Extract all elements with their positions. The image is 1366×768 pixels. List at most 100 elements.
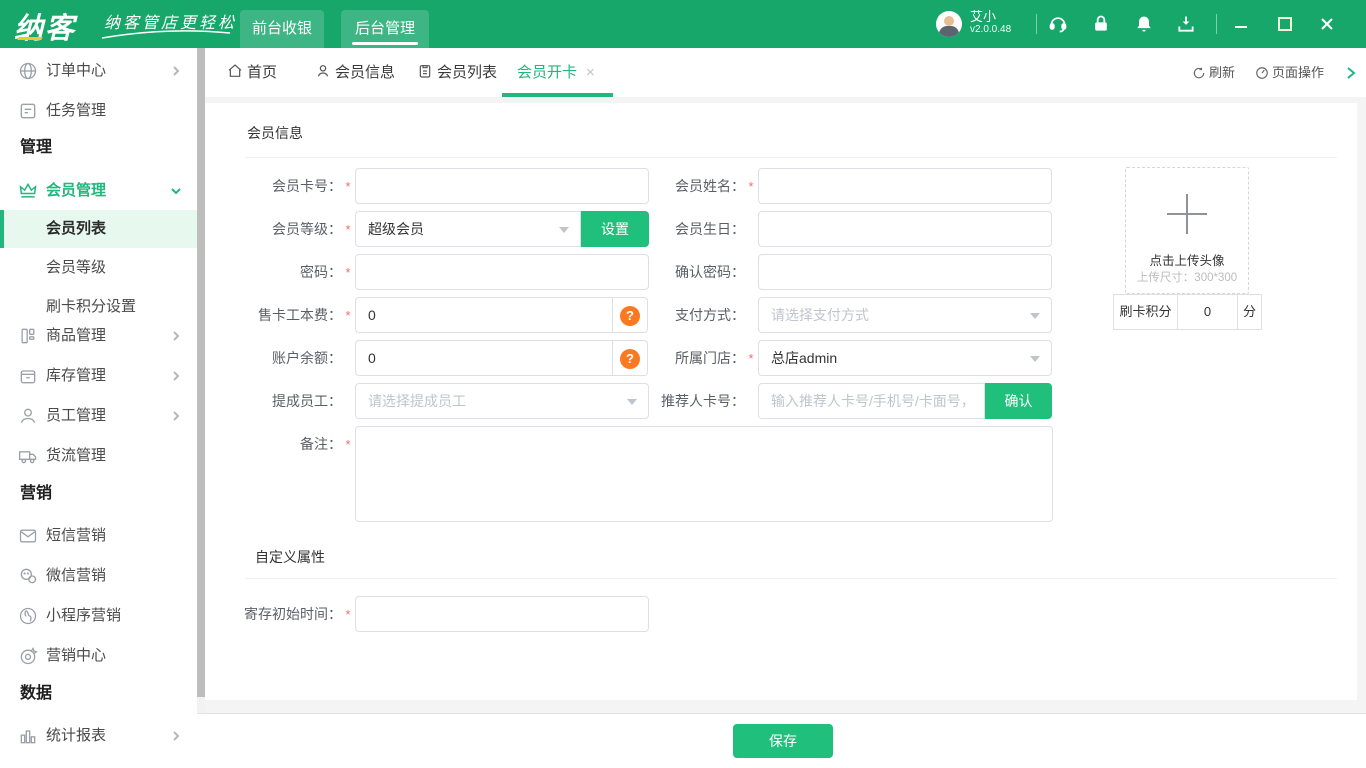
sidebar-item-member-list[interactable]: 会员列表 xyxy=(0,210,197,248)
chevron-right-icon xyxy=(169,64,183,78)
chevron-right-icon xyxy=(169,369,183,383)
label-confirm-password: 确认密码： xyxy=(565,254,745,290)
lock-icon[interactable] xyxy=(1091,14,1111,34)
label-member-level: 会员等级： xyxy=(205,211,342,247)
label-commission-staff: 提成员工： xyxy=(205,383,342,419)
bell-icon[interactable] xyxy=(1134,14,1154,34)
chevron-right-icon xyxy=(169,729,183,743)
plus-icon xyxy=(1186,194,1188,234)
caret-down-icon xyxy=(1030,313,1040,319)
divider xyxy=(245,157,1337,158)
upload-size-hint: 上传尺寸：300*300 xyxy=(1126,269,1248,285)
tab-member-info[interactable]: 会员信息 xyxy=(315,48,395,97)
slogan-underline xyxy=(100,30,232,40)
miniprogram-icon xyxy=(18,606,38,626)
home-icon xyxy=(227,63,243,79)
label-balance: 账户余额： xyxy=(205,340,342,376)
member-level-select[interactable]: 超级会员 xyxy=(355,211,581,247)
sidebar-item-marketing-center[interactable]: 营销中心 xyxy=(0,636,197,676)
top-bar: 纳客 纳客管店更轻松 前台收银 后台管理 艾小 v2.0.0.48 xyxy=(0,0,1366,48)
chevron-right-icon[interactable] xyxy=(1345,66,1357,80)
required-mark: * xyxy=(342,596,354,632)
nav-front-cashier[interactable]: 前台收银 xyxy=(240,10,324,48)
staff-icon xyxy=(18,406,38,426)
member-name-input[interactable] xyxy=(758,168,1052,204)
deposit-time-input[interactable] xyxy=(355,596,649,632)
tab-close-icon[interactable]: × xyxy=(586,66,600,80)
required-mark: * xyxy=(342,211,354,247)
tab-member-card-open[interactable]: 会员开卡 xyxy=(517,48,577,97)
maximize-icon[interactable] xyxy=(1276,15,1294,33)
scrollbar-thumb[interactable] xyxy=(197,48,205,697)
label-birthday: 会员生日： xyxy=(565,211,745,247)
goods-icon xyxy=(18,326,38,346)
sidebar-section-marketing: 营销 xyxy=(20,474,180,514)
sidebar-section-data: 数据 xyxy=(20,674,180,714)
user-avatar[interactable] xyxy=(936,11,962,37)
label-remark: 备注： xyxy=(205,426,342,462)
label-pay-method: 支付方式： xyxy=(565,297,745,333)
sidebar-item-staff-management[interactable]: 员工管理 xyxy=(0,396,197,436)
bar-chart-icon xyxy=(18,726,38,746)
divider xyxy=(1216,14,1217,34)
required-mark: * xyxy=(342,254,354,290)
required-mark: * xyxy=(745,340,757,376)
page-actions-button[interactable]: 页面操作 xyxy=(1255,48,1324,97)
sidebar-item-logistics-management[interactable]: 货流管理 xyxy=(0,436,197,476)
required-mark: * xyxy=(342,168,354,204)
minimize-icon[interactable] xyxy=(1232,15,1250,33)
chevron-right-icon xyxy=(169,329,183,343)
headset-icon[interactable] xyxy=(1048,14,1068,34)
sidebar-item-partial[interactable] xyxy=(0,760,197,768)
sidebar-item-order-center[interactable]: 订单中心 xyxy=(0,51,197,91)
user-name: 艾小 xyxy=(970,6,996,25)
card-points-value[interactable]: 0 xyxy=(1177,294,1238,330)
sidebar-item-wechat-marketing[interactable]: 微信营销 xyxy=(0,556,197,596)
app-window: 纳客 纳客管店更轻松 前台收银 后台管理 艾小 v2.0.0.48 订单中 xyxy=(0,0,1366,768)
referrer-input[interactable] xyxy=(758,383,985,419)
app-version: v2.0.0.48 xyxy=(970,24,1011,35)
sidebar-item-task-management[interactable]: 任务管理 xyxy=(0,91,197,131)
sidebar-item-statistics-reports[interactable]: 统计报表 xyxy=(0,716,197,756)
section-title-member-info: 会员信息 xyxy=(247,123,303,143)
referrer-confirm-button[interactable]: 确认 xyxy=(985,383,1052,419)
chevron-down-icon xyxy=(169,184,183,198)
divider xyxy=(1036,14,1037,34)
sidebar-item-member-level[interactable]: 会员等级 xyxy=(0,249,197,287)
tab-home[interactable]: 首页 xyxy=(227,48,277,97)
target-icon xyxy=(18,646,38,666)
label-referrer: 推荐人卡号： xyxy=(565,383,745,419)
nav-back-admin[interactable]: 后台管理 xyxy=(341,10,429,48)
divider xyxy=(245,578,1337,579)
sidebar-item-inventory-management[interactable]: 库存管理 xyxy=(0,356,197,396)
sidebar-item-member-management[interactable]: 会员管理 xyxy=(0,171,197,211)
label-member-card: 会员卡号： xyxy=(205,168,342,204)
birthday-input[interactable] xyxy=(758,211,1052,247)
required-mark: * xyxy=(745,168,757,204)
pay-method-select[interactable]: 请选择支付方式 xyxy=(758,297,1052,333)
tasks-icon xyxy=(18,101,38,121)
save-button[interactable]: 保存 xyxy=(733,724,833,758)
sidebar-section-management: 管理 xyxy=(20,128,180,168)
chevron-right-icon xyxy=(169,409,183,423)
avatar-upload-box[interactable]: 点击上传头像 上传尺寸：300*300 xyxy=(1125,167,1249,294)
page-tab-bar: 首页 会员信息 会员列表 会员开卡 × 刷新 页面操作 xyxy=(205,48,1366,97)
close-icon[interactable] xyxy=(1318,15,1336,33)
envelope-icon xyxy=(18,526,38,546)
label-deposit-time: 寄存初始时间： xyxy=(205,596,342,632)
store-select[interactable]: 总店admin xyxy=(758,340,1052,376)
sidebar-item-sms-marketing[interactable]: 短信营销 xyxy=(0,516,197,556)
logo-accent xyxy=(17,37,42,40)
clipboard-icon xyxy=(417,63,433,79)
download-icon[interactable] xyxy=(1176,14,1196,34)
label-store: 所属门店： xyxy=(565,340,745,376)
truck-icon xyxy=(18,446,38,466)
refresh-button[interactable]: 刷新 xyxy=(1192,48,1235,97)
tab-member-list[interactable]: 会员列表 xyxy=(417,48,497,97)
sidebar-item-miniprogram-marketing[interactable]: 小程序营销 xyxy=(0,596,197,636)
remark-textarea[interactable] xyxy=(355,426,1053,522)
sidebar-scrollbar[interactable] xyxy=(197,48,205,768)
required-mark: * xyxy=(342,297,354,333)
sidebar-item-goods-management[interactable]: 商品管理 xyxy=(0,316,197,356)
confirm-password-input[interactable] xyxy=(758,254,1052,290)
